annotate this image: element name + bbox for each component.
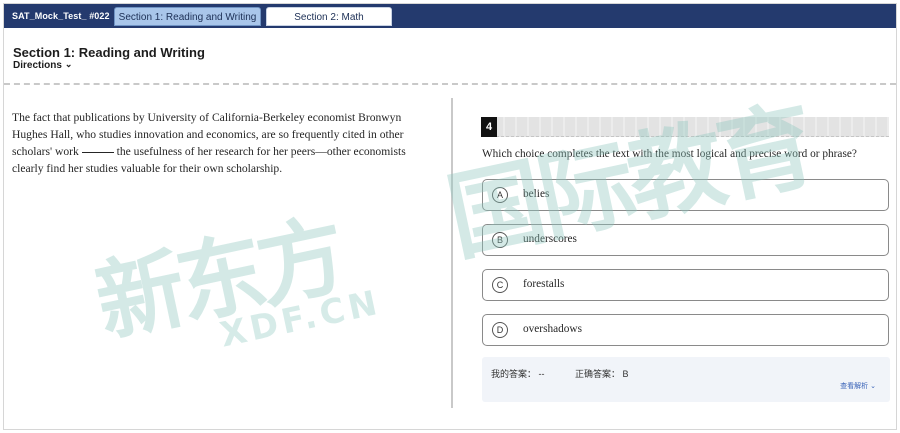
choice-a[interactable]: A belies (482, 179, 889, 211)
chevron-down-icon: ⌄ (870, 383, 876, 390)
pane-divider[interactable] (451, 98, 453, 408)
chevron-down-icon: ⌄ (64, 59, 73, 69)
my-answer: 我的答案： -- (491, 367, 545, 380)
choice-d[interactable]: D overshadows (482, 314, 889, 346)
question-number: 4 (481, 117, 497, 137)
passage-text: The fact that publications by University… (12, 109, 430, 177)
correct-answer-label: 正确答案： (575, 369, 621, 379)
choice-text-c: forestalls (523, 278, 565, 290)
tab-section-2[interactable]: Section 2: Math (266, 7, 392, 26)
test-name: SAT_Mock_Test_ #022 (12, 11, 110, 21)
top-tab-bar: SAT_Mock_Test_ #022 Section 1: Reading a… (4, 4, 896, 28)
choice-text-d: overshadows (523, 323, 582, 335)
choice-c[interactable]: C forestalls (482, 269, 889, 301)
directions-label: Directions (13, 60, 62, 71)
choice-text-a: belies (523, 188, 550, 200)
choice-letter-d: D (492, 322, 508, 338)
question-number-bar: 4 (481, 117, 889, 137)
exam-window: SAT_Mock_Test_ #022 Section 1: Reading a… (3, 3, 897, 430)
section-header: Section 1: Reading and Writing Direction… (4, 28, 896, 85)
answer-panel: 我的答案： -- 正确答案： B 查看解析 ⌄ (482, 357, 890, 402)
header-divider (4, 83, 896, 85)
view-analysis-link[interactable]: 查看解析 ⌄ (840, 381, 876, 391)
choice-b[interactable]: B underscores (482, 224, 889, 256)
tab-section-1[interactable]: Section 1: Reading and Writing (114, 7, 261, 26)
question-prompt: Which choice completes the text with the… (482, 148, 857, 160)
my-answer-value: -- (538, 369, 545, 379)
passage-blank (81, 152, 114, 153)
choice-letter-b: B (492, 232, 508, 248)
choice-text-b: underscores (523, 233, 577, 245)
directions-toggle[interactable]: Directions ⌄ (13, 59, 73, 71)
choice-letter-c: C (492, 277, 508, 293)
section-title: Section 1: Reading and Writing (13, 45, 205, 60)
watermark-logo-left: 新东方 (87, 203, 350, 356)
watermark-domain: XDF.CN (216, 282, 385, 356)
correct-answer-value: B (622, 369, 629, 379)
choice-letter-a: A (492, 187, 508, 203)
my-answer-label: 我的答案： (491, 369, 537, 379)
correct-answer: 正确答案： B (575, 367, 629, 380)
view-analysis-label: 查看解析 (840, 383, 869, 390)
